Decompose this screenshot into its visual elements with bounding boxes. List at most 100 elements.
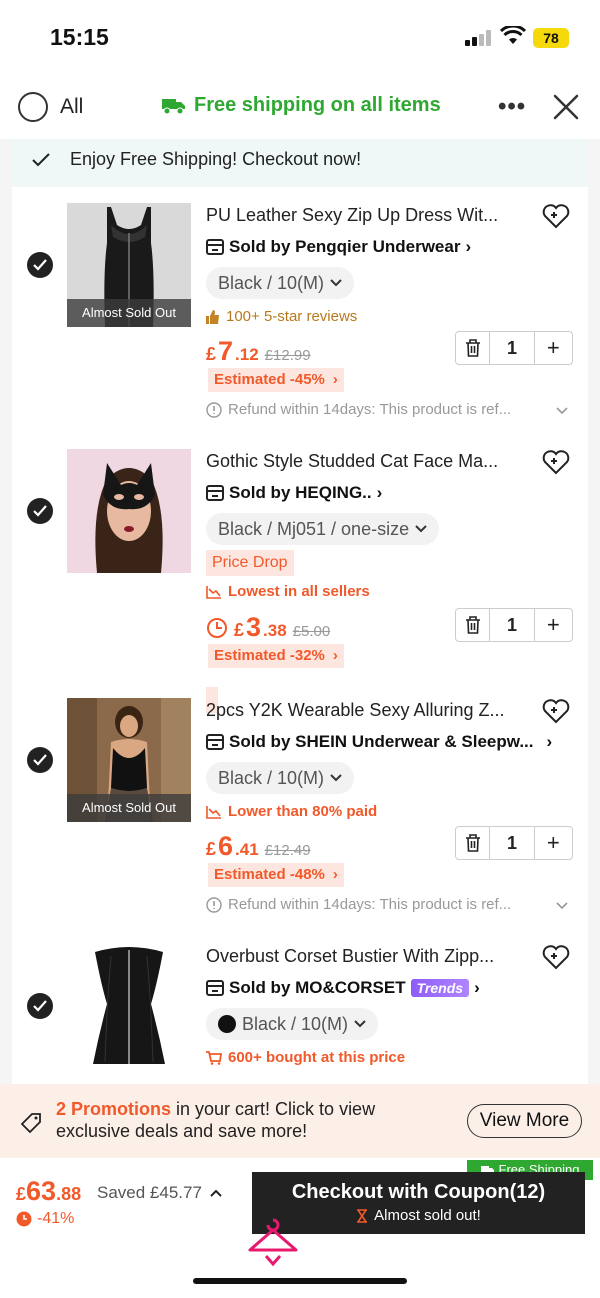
increase-quantity-button[interactable]: + bbox=[535, 609, 572, 641]
checkmark-icon bbox=[33, 259, 47, 271]
info-icon bbox=[206, 401, 222, 418]
price: £7.12 £12.99 bbox=[206, 336, 311, 367]
seller-link[interactable]: Sold by MO&CORSET Trends › bbox=[206, 978, 480, 998]
price-decimal: .41 bbox=[235, 840, 259, 859]
saved-text: Saved £45.77 bbox=[97, 1183, 202, 1202]
store-icon bbox=[206, 980, 224, 996]
estimated-text: Estimated -48% bbox=[214, 866, 325, 883]
promotions-bar[interactable]: 2 Promotions in your cart! Click to view… bbox=[0, 1084, 600, 1158]
delete-button[interactable] bbox=[456, 332, 489, 364]
cart-list[interactable]: Enjoy Free Shipping! Checkout now! Almos… bbox=[12, 139, 588, 1084]
price-currency: £ bbox=[234, 620, 245, 640]
product-image[interactable] bbox=[67, 449, 191, 573]
checkout-subtext: Almost sold out! bbox=[252, 1207, 585, 1224]
chevron-down-icon[interactable] bbox=[556, 902, 568, 910]
variant-selector[interactable]: Black / 10(M) bbox=[206, 267, 355, 299]
item-select-checkbox[interactable] bbox=[27, 747, 53, 773]
quantity-stepper: 1 + bbox=[455, 331, 573, 365]
product-title[interactable]: PU Leather Sexy Zip Up Dress Wit... bbox=[206, 205, 526, 226]
refund-notice[interactable]: Refund within 14days: This product is re… bbox=[206, 896, 511, 913]
cart-item: Gothic Style Studded Cat Face Ma... Sold… bbox=[12, 437, 588, 713]
cellular-signal-icon bbox=[465, 30, 491, 46]
item-select-checkbox[interactable] bbox=[27, 993, 53, 1019]
total-decimal: .88 bbox=[56, 1184, 82, 1204]
variant-selector[interactable]: Black / 10(M) bbox=[206, 1008, 379, 1040]
estimated-discount[interactable]: Estimated -32% › bbox=[208, 644, 344, 668]
product-title[interactable]: Gothic Style Studded Cat Face Ma... bbox=[206, 451, 526, 472]
product-title[interactable]: Overbust Corset Bustier With Zipp... bbox=[206, 946, 526, 967]
trend-down-icon bbox=[206, 805, 221, 819]
seller-link[interactable]: Sold by HEQING.. › bbox=[206, 483, 382, 503]
product-image[interactable]: Almost Sold Out bbox=[67, 698, 191, 822]
delete-button[interactable] bbox=[456, 609, 489, 641]
wishlist-heart-icon[interactable] bbox=[542, 698, 570, 724]
quantity-value[interactable]: 1 bbox=[489, 332, 535, 364]
delete-button[interactable] bbox=[456, 827, 489, 859]
refund-notice[interactable]: Refund within 14days: This product is re… bbox=[206, 401, 511, 418]
item-select-checkbox[interactable] bbox=[27, 252, 53, 278]
checkout-button[interactable]: Checkout with Coupon(12) Almost sold out… bbox=[252, 1172, 585, 1234]
battery-icon: 78 bbox=[533, 28, 569, 48]
chevron-down-icon bbox=[330, 774, 342, 782]
estimated-discount[interactable]: Estimated -48% › bbox=[208, 863, 344, 887]
wishlist-heart-icon[interactable] bbox=[542, 944, 570, 970]
variant-text: Black / Mj051 / one-size bbox=[218, 519, 410, 539]
clock-icon bbox=[207, 617, 227, 638]
product-image[interactable]: Almost Sold Out bbox=[67, 203, 191, 327]
original-price: £12.99 bbox=[264, 347, 311, 364]
quantity-stepper: 1 + bbox=[455, 826, 573, 860]
wishlist-heart-icon[interactable] bbox=[542, 203, 570, 229]
hourglass-icon bbox=[357, 1208, 368, 1223]
cart-total: £63.88 bbox=[16, 1176, 81, 1207]
quantity-value[interactable]: 1 bbox=[489, 827, 535, 859]
chevron-right-icon: › bbox=[465, 237, 472, 256]
select-all-label[interactable]: All bbox=[60, 95, 83, 119]
variant-selector[interactable]: Black / 10(M) bbox=[206, 762, 355, 794]
promotions-count: 2 Promotions bbox=[56, 1099, 172, 1119]
chevron-up-icon bbox=[210, 1189, 222, 1197]
variant-text: Black / 10(M) bbox=[218, 768, 325, 788]
home-indicator[interactable] bbox=[193, 1278, 407, 1284]
more-options-icon[interactable]: ••• bbox=[498, 93, 526, 121]
truck-icon bbox=[162, 98, 185, 114]
info-icon bbox=[206, 896, 222, 913]
increase-quantity-button[interactable]: + bbox=[535, 827, 572, 859]
list-gutter-right bbox=[588, 139, 600, 1084]
chevron-right-icon: › bbox=[376, 483, 383, 502]
bought-tag: 600+ bought at this price bbox=[206, 1049, 405, 1066]
clock-icon bbox=[16, 1211, 32, 1227]
wishlist-heart-icon[interactable] bbox=[542, 449, 570, 475]
variant-selector[interactable]: Black / Mj051 / one-size bbox=[206, 513, 440, 545]
checkout-label: Checkout with Coupon(12) bbox=[291, 1181, 546, 1203]
free-shipping-banner[interactable]: Enjoy Free Shipping! Checkout now! bbox=[12, 139, 588, 187]
seller-link[interactable]: Sold by SHEIN Underwear & Sleepw... › bbox=[206, 732, 552, 752]
select-all-radio[interactable] bbox=[18, 92, 48, 122]
estimated-discount[interactable]: Estimated -45% › bbox=[208, 368, 344, 392]
quantity-value[interactable]: 1 bbox=[489, 609, 535, 641]
chevron-down-icon[interactable] bbox=[556, 407, 568, 415]
thumbs-up-icon bbox=[206, 309, 219, 324]
status-time: 15:15 bbox=[50, 24, 109, 50]
trash-icon bbox=[465, 339, 480, 357]
view-more-button[interactable]: View More bbox=[467, 1104, 582, 1138]
banner-text: Enjoy Free Shipping! Checkout now! bbox=[70, 149, 362, 169]
free-shipping-notice: Free shipping on all items bbox=[162, 94, 441, 117]
hanger-icon[interactable] bbox=[246, 1216, 300, 1270]
chevron-down-icon bbox=[415, 525, 427, 533]
refund-text: Refund within 14days: This product is re… bbox=[228, 896, 512, 913]
price-int: 6 bbox=[218, 831, 234, 861]
total-currency: £ bbox=[16, 1184, 27, 1204]
cart-item: Overbust Corset Bustier With Zipp... Sol… bbox=[12, 932, 588, 1084]
store-icon bbox=[206, 485, 224, 501]
free-shipping-text: Free shipping on all items bbox=[194, 94, 441, 116]
tag-icon bbox=[20, 1113, 41, 1134]
product-title[interactable]: 2pcs Y2K Wearable Sexy Alluring Z... bbox=[206, 700, 526, 721]
seller-link[interactable]: Sold by Pengqier Underwear › bbox=[206, 237, 471, 257]
item-select-checkbox[interactable] bbox=[27, 498, 53, 524]
product-image[interactable] bbox=[67, 944, 191, 1068]
increase-quantity-button[interactable]: + bbox=[535, 332, 572, 364]
lower-price-tag: Lower than 80% paid bbox=[206, 803, 377, 820]
close-icon[interactable] bbox=[552, 93, 580, 121]
seller-name: Sold by MO&CORSET bbox=[229, 978, 406, 997]
saved-amount[interactable]: Saved £45.77 bbox=[97, 1183, 222, 1203]
